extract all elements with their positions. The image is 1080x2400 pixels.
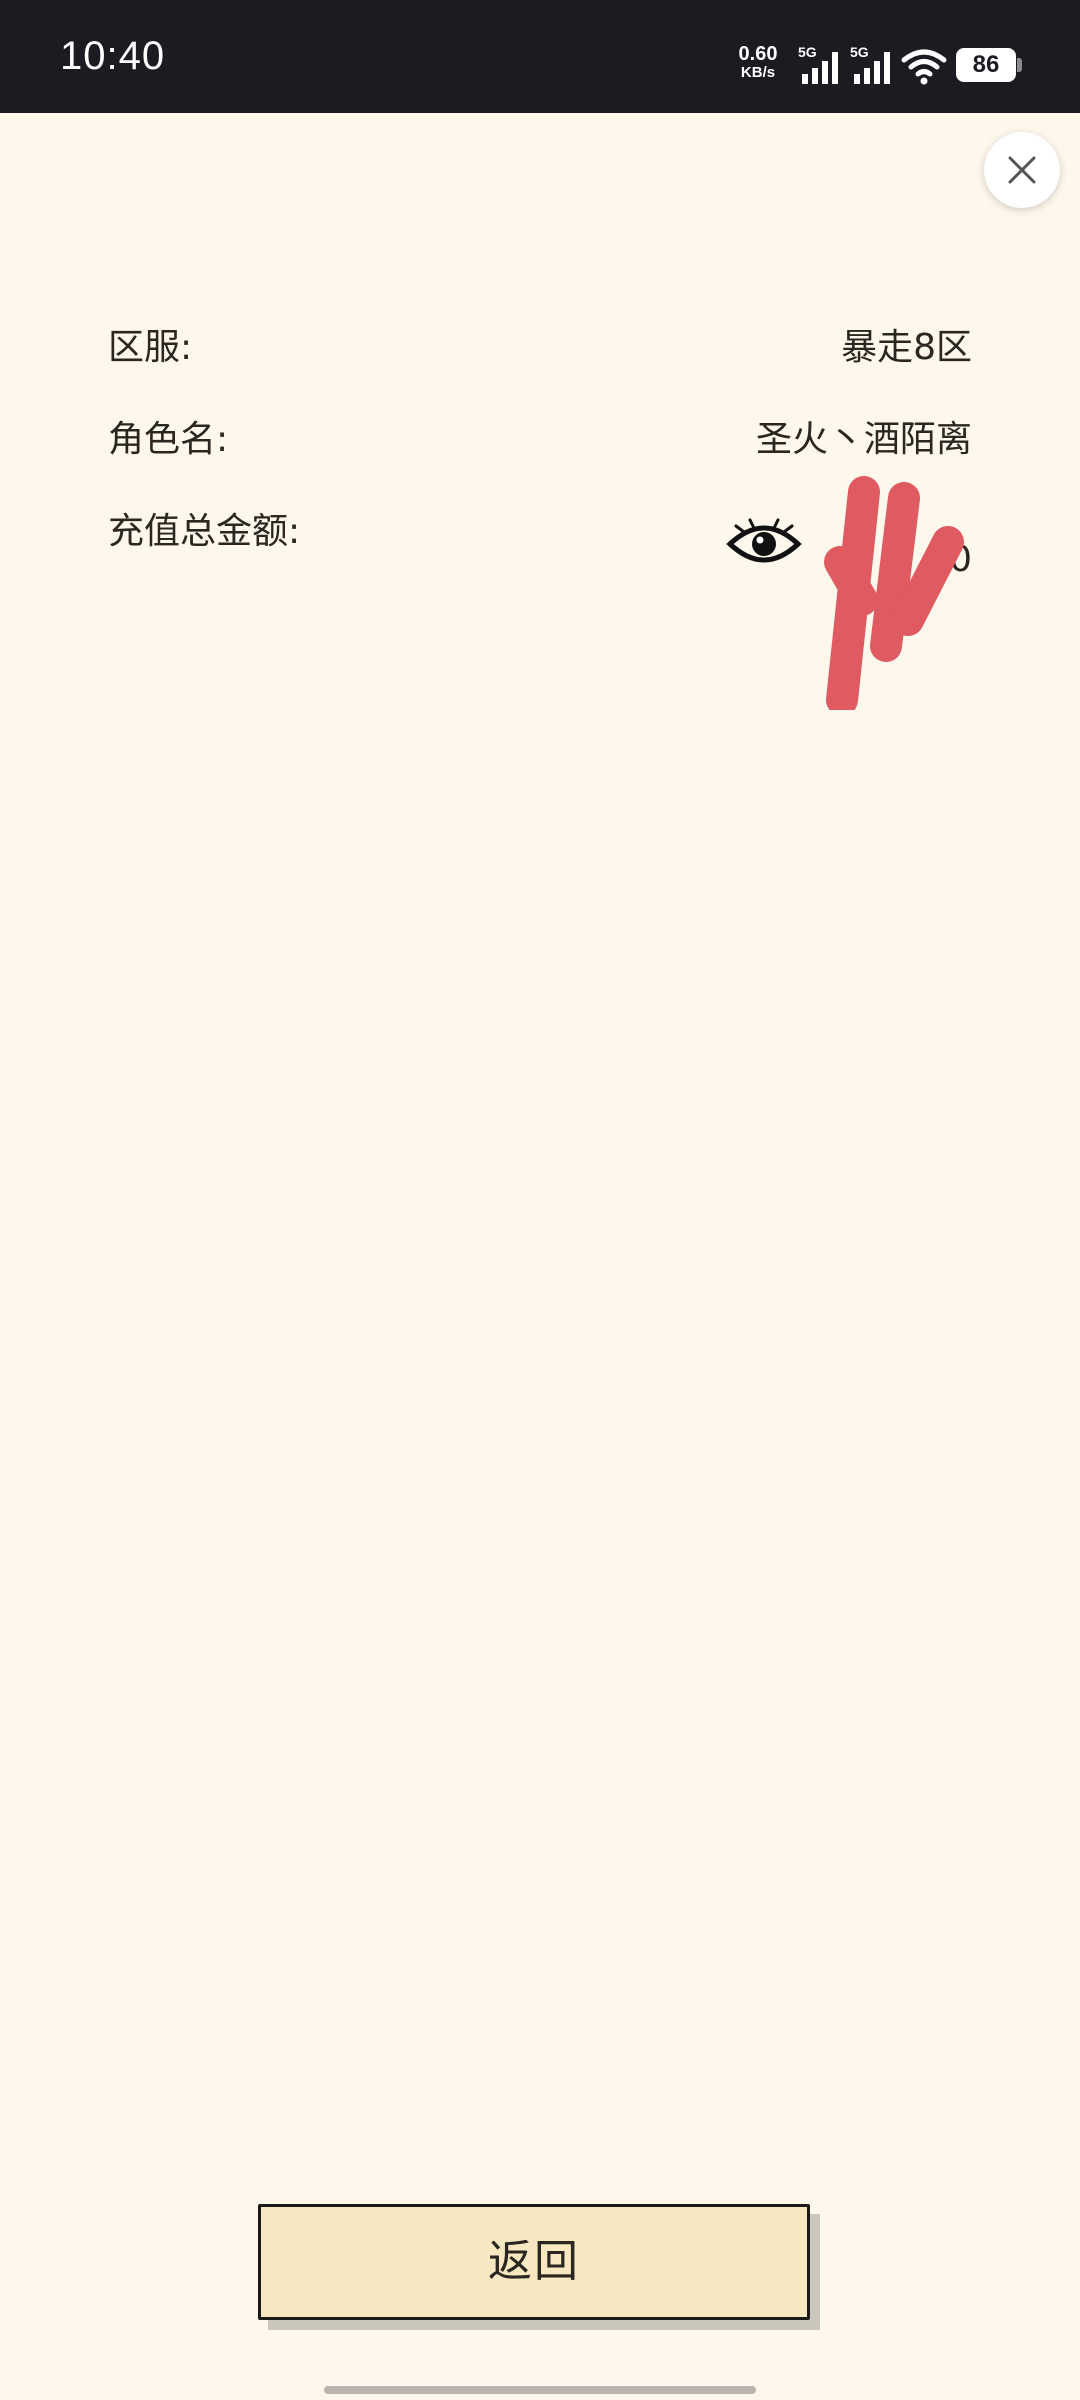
network-speed-unit: KB/s bbox=[740, 64, 776, 81]
battery-level: 86 bbox=[972, 51, 1000, 78]
server-label: 区服: bbox=[108, 327, 193, 368]
battery-icon: 86 bbox=[956, 48, 1016, 82]
character-label: 角色名: bbox=[108, 419, 229, 460]
redaction-scribble bbox=[824, 476, 964, 710]
close-icon bbox=[1008, 156, 1036, 184]
server-value: 暴走8区 bbox=[841, 327, 972, 368]
network-speed: 0.60 KB/s bbox=[730, 44, 786, 81]
close-button[interactable] bbox=[984, 132, 1060, 208]
battery-nub bbox=[1017, 58, 1022, 72]
eye-icon[interactable] bbox=[726, 512, 802, 576]
character-value: 圣火丶酒陌离 bbox=[755, 419, 972, 460]
wifi-icon bbox=[901, 49, 947, 85]
status-time: 10:40 bbox=[60, 34, 166, 78]
server-row: 区服: 暴走8区 bbox=[108, 318, 972, 378]
character-row: 角色名: 圣火丶酒陌离 bbox=[108, 410, 972, 470]
home-indicator[interactable] bbox=[324, 2386, 756, 2394]
signal-icon: 5G bbox=[798, 44, 846, 86]
recharge-total-label: 充值总金额: bbox=[108, 511, 301, 552]
back-button[interactable]: 返回 bbox=[258, 2204, 810, 2320]
network-speed-value: 0.60 bbox=[738, 43, 778, 65]
status-bar: 10:40 0.60 KB/s 5G 5G 86 bbox=[0, 0, 1080, 113]
signal-icon: 5G bbox=[850, 44, 898, 86]
